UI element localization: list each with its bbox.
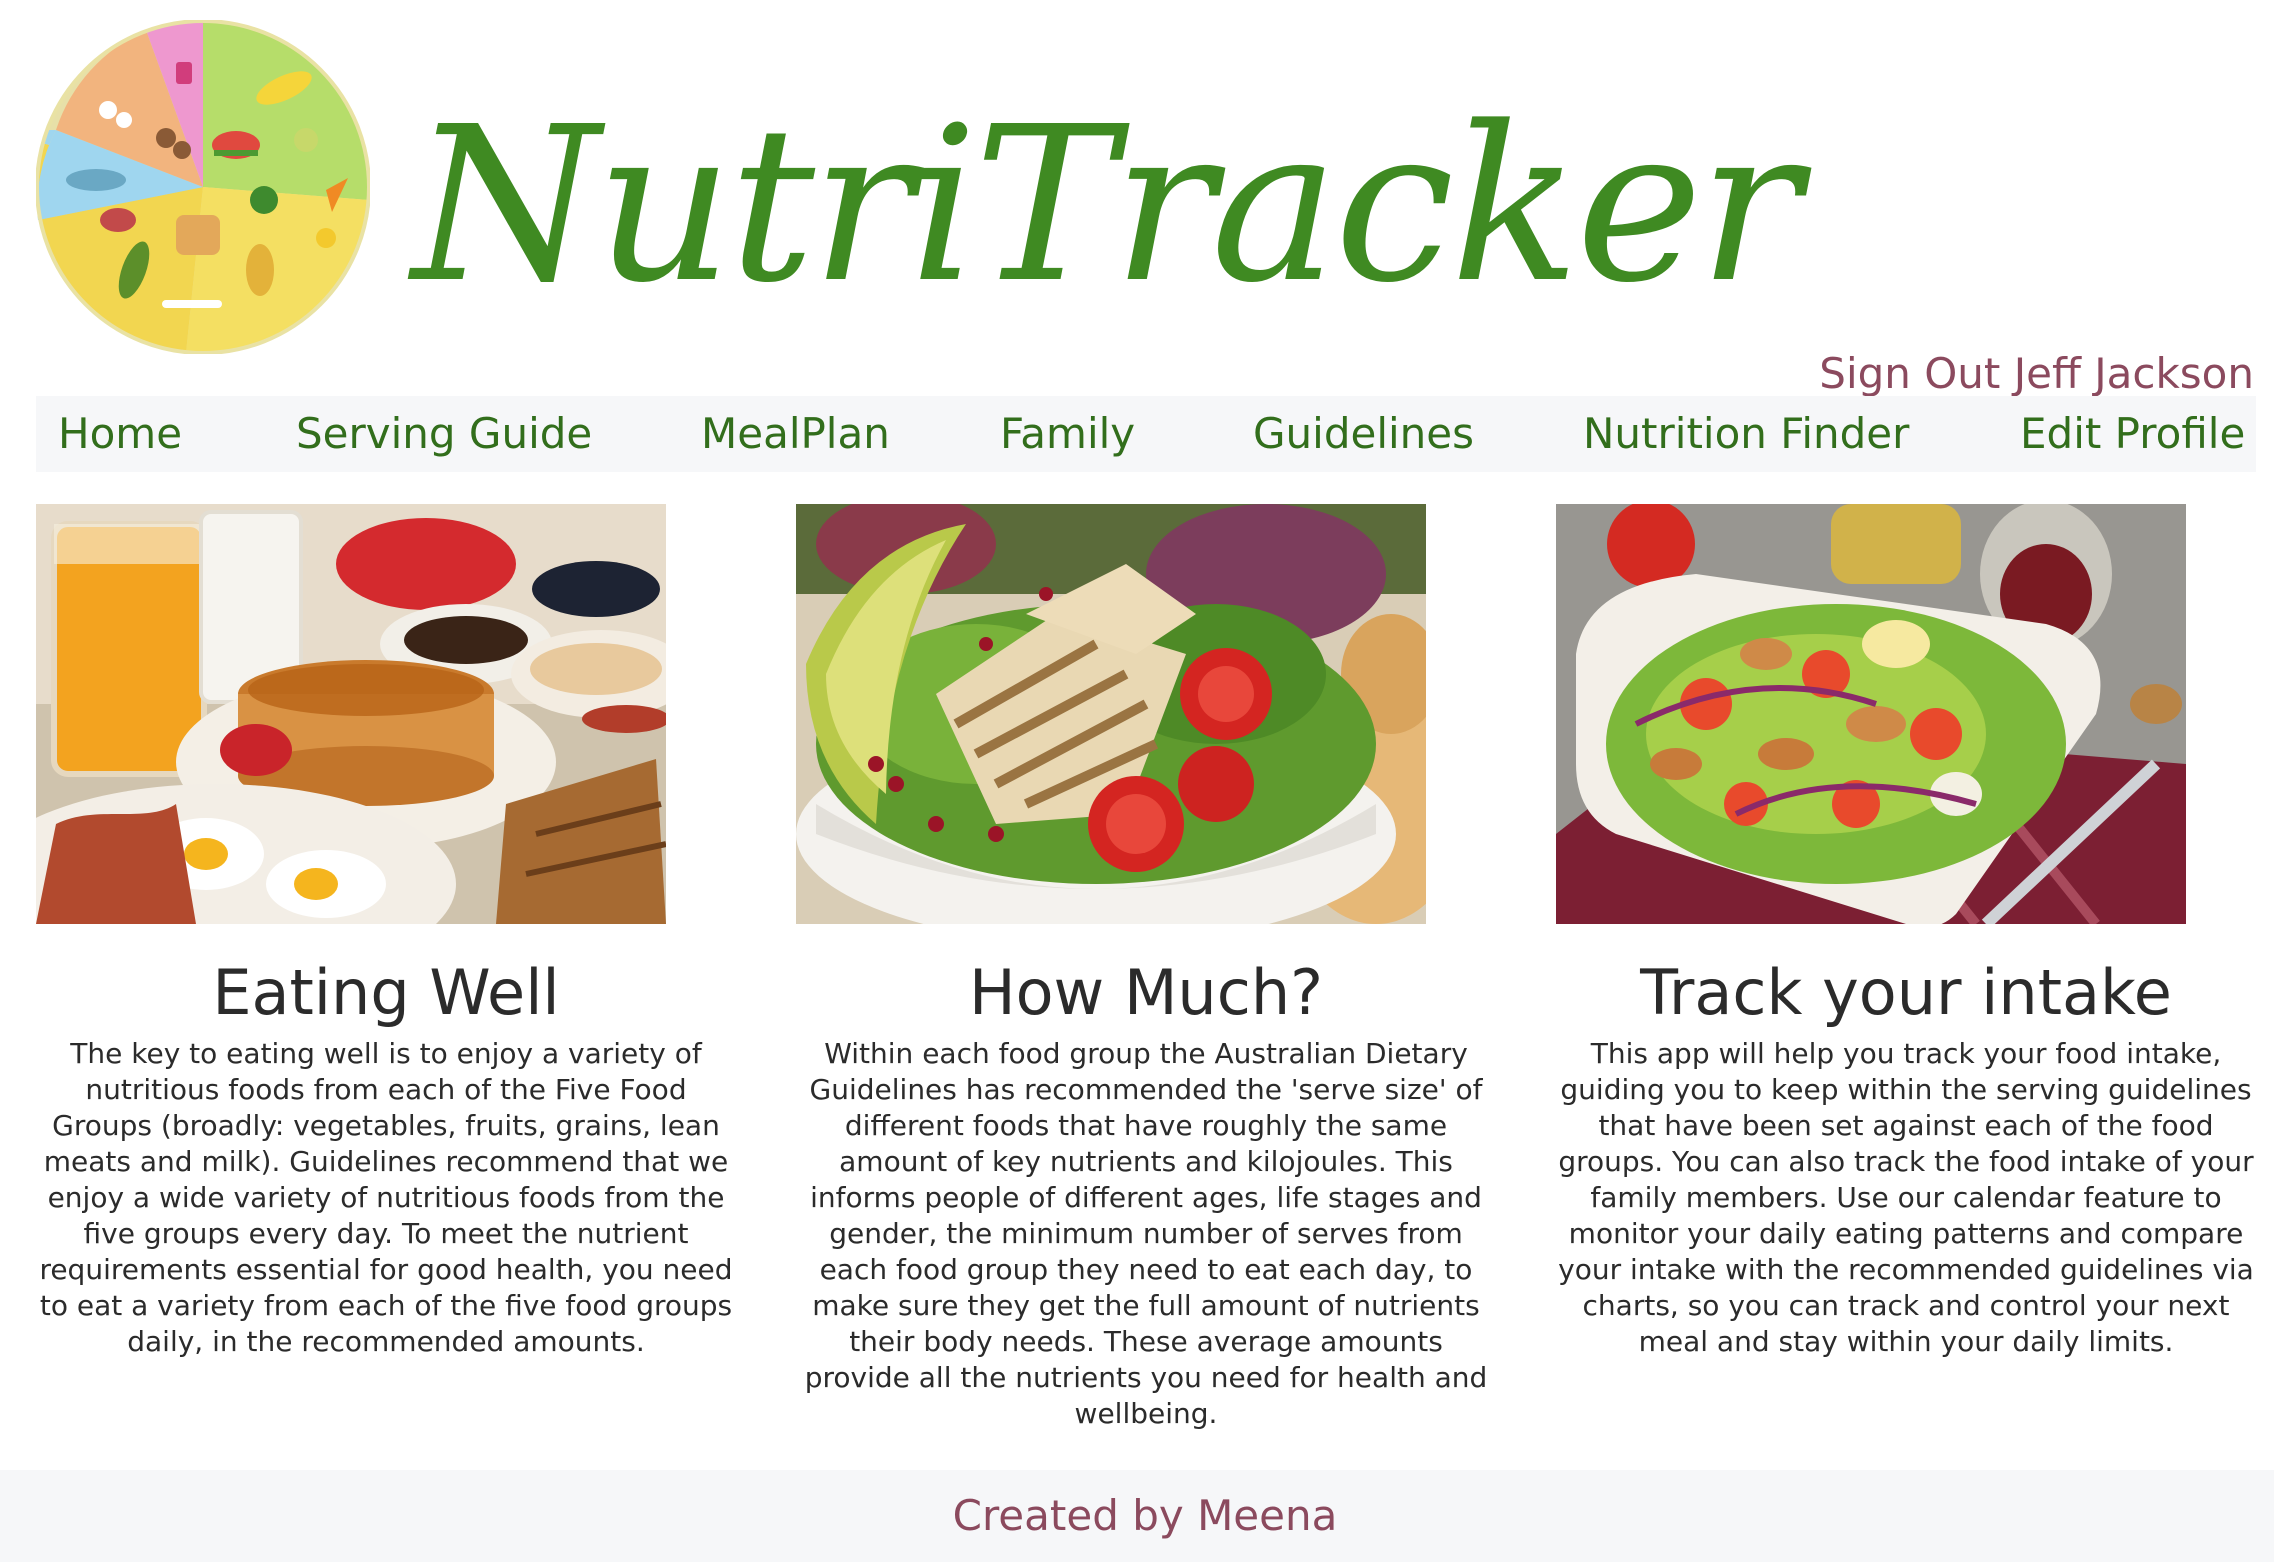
- nav-item-mealplan[interactable]: MealPlan: [701, 396, 890, 472]
- signout-link[interactable]: Sign Out Jeff Jackson: [1819, 344, 2254, 404]
- nav-item-home[interactable]: Home: [58, 396, 182, 472]
- chicken-salad-photo: [796, 504, 1426, 924]
- main-nav: Home Serving Guide MealPlan Family Guide…: [36, 396, 2256, 472]
- nav-item-edit-profile[interactable]: Edit Profile: [2020, 396, 2245, 472]
- nav-item-guidelines[interactable]: Guidelines: [1253, 396, 1474, 472]
- footer-credit: Created by Meena: [952, 1491, 1338, 1540]
- feature-description: The key to eating well is to enjoy a var…: [39, 1037, 733, 1358]
- feature-description: This app will help you track your food i…: [1558, 1037, 2254, 1358]
- feature-title: Eating Well: [212, 956, 560, 1029]
- feature-title: How Much?: [968, 956, 1324, 1029]
- feature-title: Track your intake: [1640, 956, 2172, 1029]
- walnut-salad-photo: [1556, 504, 2186, 924]
- nav-item-family[interactable]: Family: [1000, 396, 1135, 472]
- feature-description: Within each food group the Australian Di…: [804, 1037, 1488, 1430]
- breakfast-photo: [36, 504, 666, 924]
- nav-item-nutrition-finder[interactable]: Nutrition Finder: [1583, 396, 1909, 472]
- nav-item-serving-guide[interactable]: Serving Guide: [296, 396, 592, 472]
- food-plate-logo: [36, 20, 370, 354]
- brand-title: NutriTracker: [412, 81, 1801, 330]
- footer: Created by Meena: [0, 1470, 2274, 1562]
